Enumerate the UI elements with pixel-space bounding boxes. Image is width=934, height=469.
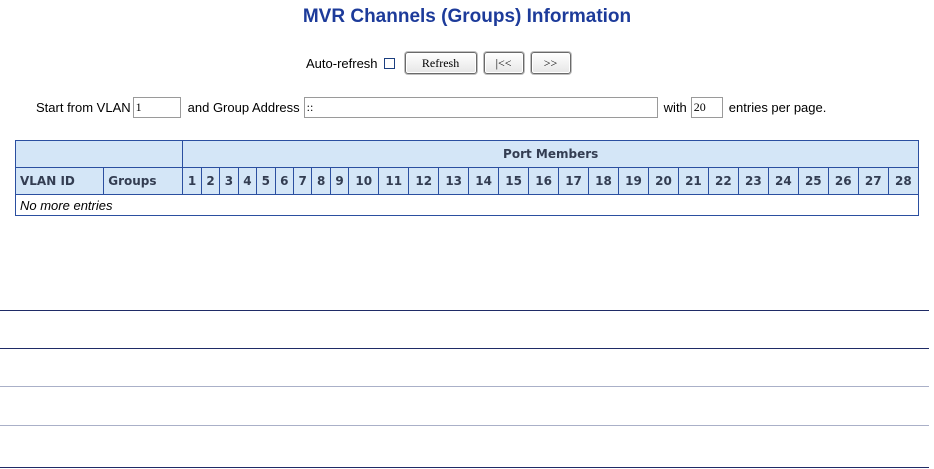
- port-header-18: 18: [588, 167, 619, 195]
- filter-bar: Start from VLAN and Group Address with e…: [36, 94, 826, 120]
- start-vlan-input[interactable]: [132, 96, 181, 118]
- divider-line: [0, 348, 929, 349]
- port-header-9: 9: [329, 167, 350, 195]
- divider-line: [0, 425, 929, 426]
- page-title: MVR Channels (Groups) Information: [302, 6, 632, 27]
- port-header-12: 12: [408, 167, 440, 195]
- group-address-input[interactable]: [303, 96, 658, 118]
- port-header-14: 14: [468, 167, 500, 195]
- port-header-21: 21: [677, 167, 709, 195]
- group-address-label: and Group Address: [187, 99, 300, 115]
- port-header-15: 15: [498, 167, 530, 195]
- auto-refresh-checkbox[interactable]: [383, 57, 395, 69]
- entries-per-page-label: entries per page.: [728, 99, 827, 115]
- port-header-28: 28: [887, 167, 920, 195]
- port-header-16: 16: [528, 167, 560, 195]
- mvr-channels-table: Port Members VLAN ID Groups 1 2 3 4 5 6 7 8 9 10 1…: [14, 140, 920, 216]
- port-header-3: 3: [219, 167, 239, 195]
- port-header-23: 23: [737, 167, 769, 195]
- vlan-id-header: VLAN ID: [14, 167, 105, 195]
- port-header-25: 25: [797, 167, 829, 195]
- blank-header-cell: [14, 140, 184, 168]
- divider-line: [0, 467, 929, 468]
- table-row: No more entries: [15, 194, 919, 216]
- port-header-22: 22: [707, 167, 739, 195]
- port-header-20: 20: [647, 167, 679, 195]
- groups-header: Groups: [103, 167, 184, 195]
- divider-line: [0, 310, 929, 311]
- start-vlan-label: Start from VLAN: [36, 99, 131, 115]
- port-header-27: 27: [857, 167, 889, 195]
- port-header-13: 13: [438, 167, 470, 195]
- auto-refresh-label: Auto-refresh: [306, 55, 378, 71]
- no-entries-message: No more entries: [15, 194, 919, 216]
- refresh-controls: Auto-refresh Refresh |<< >>: [306, 51, 571, 75]
- port-members-header: Port Members: [182, 140, 919, 168]
- first-page-button[interactable]: |<<: [483, 52, 524, 74]
- next-page-button[interactable]: >>: [530, 52, 571, 74]
- refresh-button[interactable]: Refresh: [404, 52, 477, 74]
- table-header-row-top: Port Members: [14, 140, 919, 168]
- port-header-19: 19: [618, 167, 649, 195]
- port-header-24: 24: [767, 167, 799, 195]
- port-header-5: 5: [256, 167, 276, 195]
- port-header-17: 17: [558, 167, 590, 195]
- port-header-7: 7: [292, 167, 313, 195]
- entries-per-page-input[interactable]: [690, 96, 723, 118]
- port-header-6: 6: [274, 167, 294, 195]
- port-header-26: 26: [827, 167, 859, 195]
- port-header-8: 8: [311, 167, 331, 195]
- table-header-row: VLAN ID Groups 1 2 3 4 5 6 7 8 9 10 11 12 13 14 15 16 17…: [14, 167, 920, 195]
- port-header-11: 11: [378, 167, 410, 195]
- port-header-2: 2: [200, 167, 221, 195]
- port-header-4: 4: [237, 167, 258, 195]
- port-header-10: 10: [348, 167, 380, 195]
- with-label: with: [663, 99, 687, 115]
- port-header-1: 1: [182, 167, 202, 195]
- divider-line: [0, 386, 929, 387]
